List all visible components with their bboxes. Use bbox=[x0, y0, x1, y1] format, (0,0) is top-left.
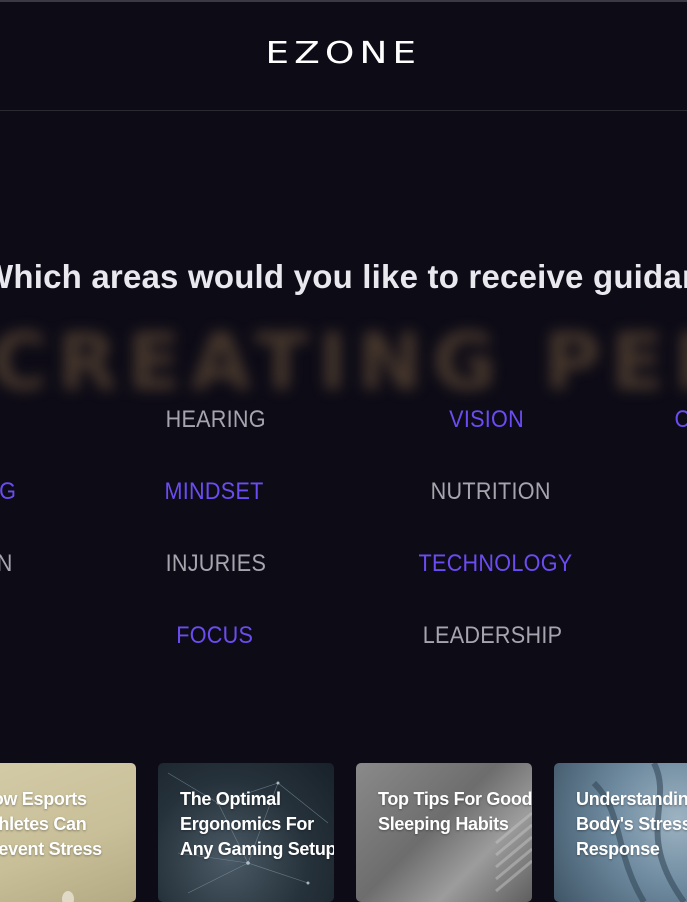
area-option-nutrition[interactable]: NUTRITION bbox=[431, 478, 551, 506]
logo-text[interactable]: EZONE bbox=[266, 36, 422, 71]
area-option-mindset[interactable]: MINDSET bbox=[165, 478, 264, 506]
article-title: How Esports Athletes Can Prevent Stress bbox=[0, 789, 102, 859]
area-option-focus[interactable]: FOCUS bbox=[176, 622, 253, 650]
article-card[interactable]: Top Tips For Good Sleeping Habits bbox=[356, 763, 532, 902]
article-card[interactable]: The Optimal Ergonomics For Any Gaming Se… bbox=[158, 763, 334, 902]
area-option-vision[interactable]: VISION bbox=[449, 406, 524, 434]
area-option-gaming[interactable]: GAMING bbox=[0, 478, 16, 506]
area-option-hearing[interactable]: HEARING bbox=[166, 406, 266, 434]
article-card[interactable]: How Esports Athletes Can Prevent Stress bbox=[0, 763, 136, 902]
header: EZONE bbox=[0, 2, 687, 111]
article-card[interactable]: Understanding The Body's Stress Response bbox=[554, 763, 687, 902]
area-option-communication[interactable]: COMMUNICATION bbox=[675, 406, 687, 434]
area-option-injuries[interactable]: INJURIES bbox=[166, 550, 267, 578]
page: EZONE Which areas would you like to rece… bbox=[0, 0, 687, 902]
logo[interactable]: EZONE bbox=[0, 36, 687, 71]
background-blur-text: CREATING PERFORMANCE bbox=[0, 318, 687, 408]
article-cards: How Esports Athletes Can Prevent Stress bbox=[0, 763, 687, 902]
article-title: Top Tips For Good Sleeping Habits bbox=[378, 789, 532, 834]
area-option-technology[interactable]: TECHNOLOGY bbox=[419, 550, 573, 578]
question-heading: Which areas would you like to receive gu… bbox=[0, 258, 687, 295]
area-option-recreation[interactable]: RECREATION bbox=[0, 550, 13, 578]
article-title: The Optimal Ergonomics For Any Gaming Se… bbox=[180, 789, 334, 859]
area-option-leadership[interactable]: LEADERSHIP bbox=[423, 622, 563, 650]
article-title: Understanding The Body's Stress Response bbox=[576, 789, 687, 859]
